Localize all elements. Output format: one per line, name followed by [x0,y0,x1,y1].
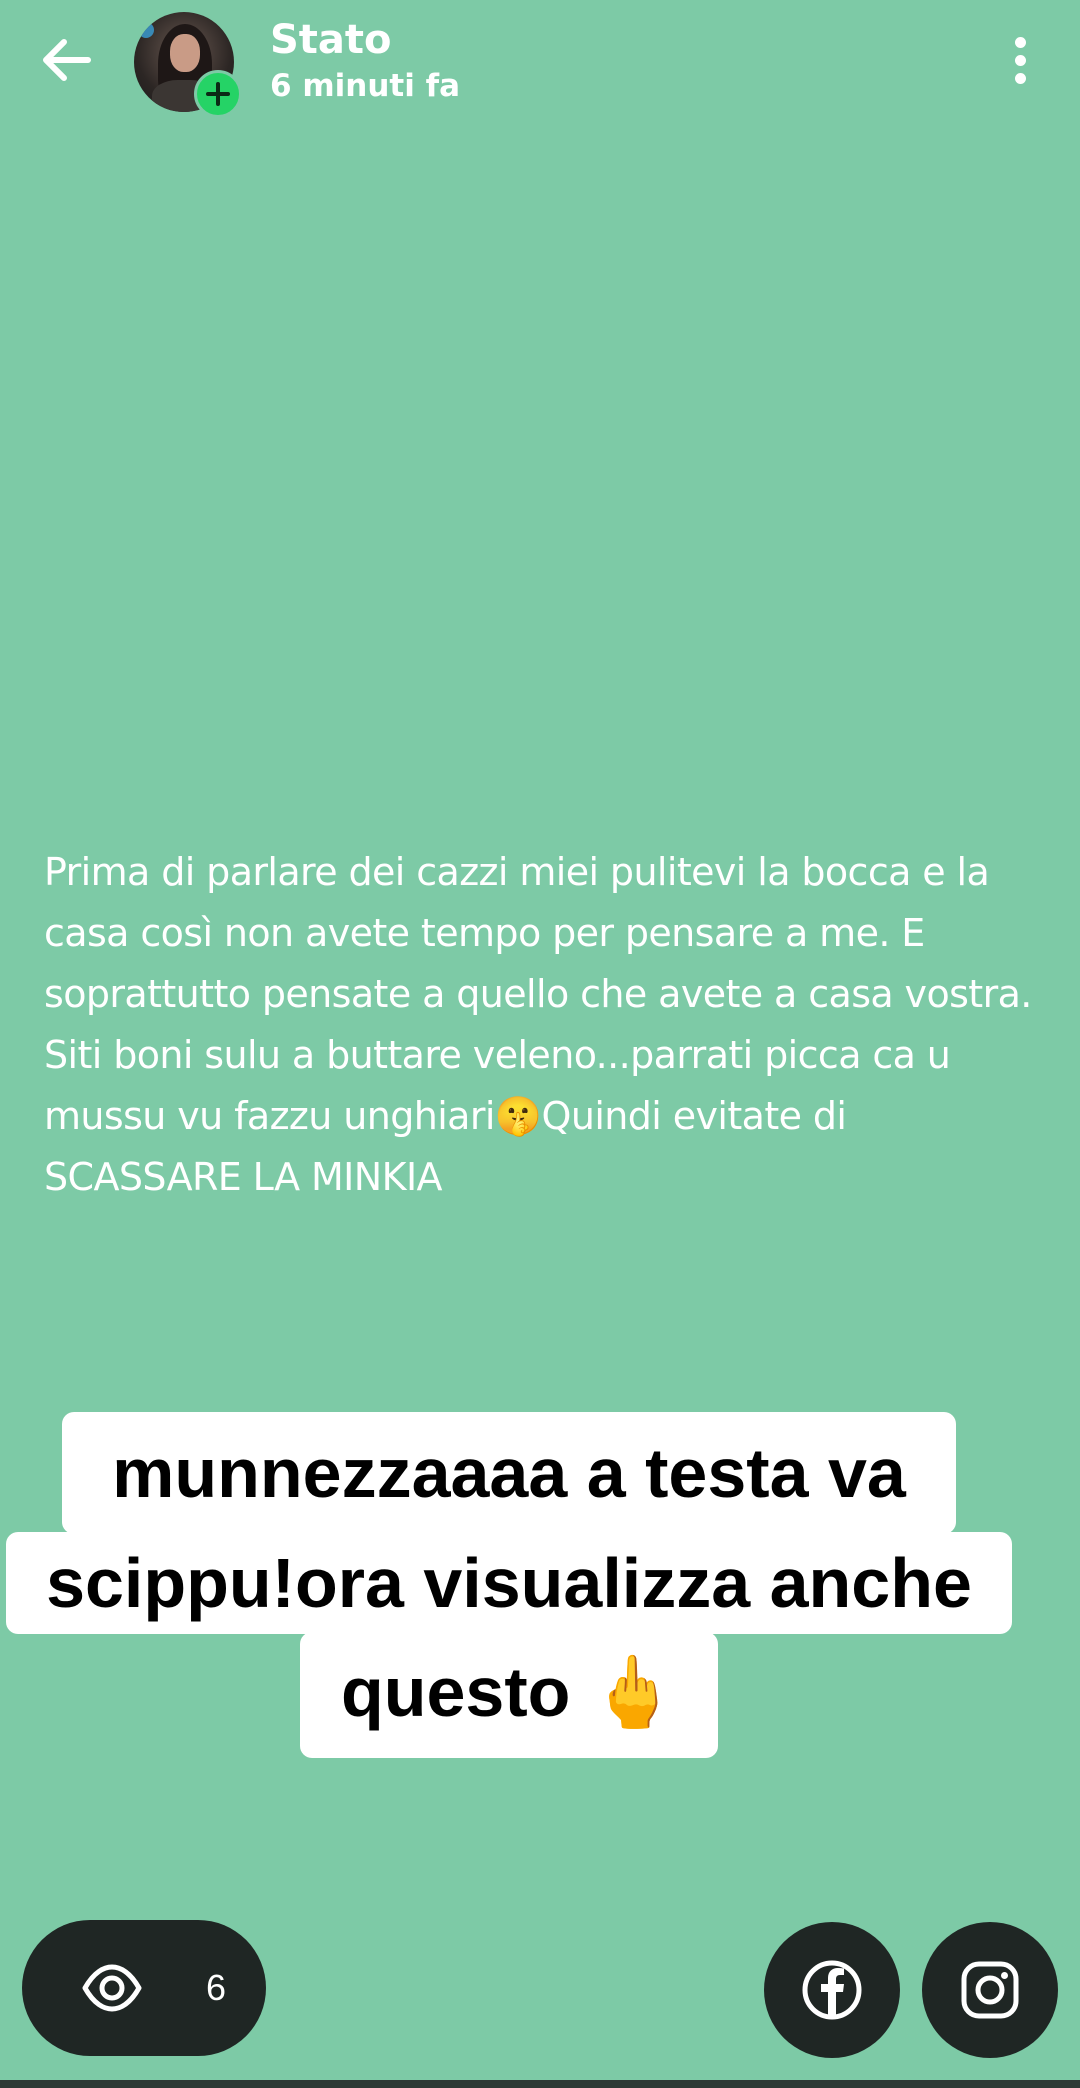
share-facebook-button[interactable] [764,1922,900,2058]
caption-line-1: munnezzaaaa a testa va [62,1412,956,1534]
page-title: Stato [270,17,392,63]
back-button[interactable] [34,28,98,92]
caption-line-3: questo 🖕 [300,1632,718,1758]
share-instagram-button[interactable] [922,1922,1058,2058]
status-timestamp: 6 minuti fa [270,68,461,104]
more-options-button[interactable] [1000,28,1040,92]
instagram-icon [961,1961,1019,2019]
views-count: 6 [206,1967,227,2008]
avatar[interactable] [134,12,242,118]
facebook-icon [802,1960,862,2020]
plus-icon [206,82,230,106]
add-status-button[interactable] [194,70,242,118]
status-header: Stato 6 minuti fa [0,0,1080,120]
caption-line-2: scippu!ora visualizza anche [6,1532,1012,1634]
status-message: Prima di parlare dei cazzi miei pulitevi… [44,850,1032,1199]
more-vertical-icon [1014,36,1026,48]
views-button[interactable]: 6 [22,1920,266,2056]
eye-icon [82,1964,142,2012]
bottom-edge [0,2080,1080,2088]
header-title-block: Stato 6 minuti fa [270,14,460,106]
arrow-left-icon [43,39,91,81]
